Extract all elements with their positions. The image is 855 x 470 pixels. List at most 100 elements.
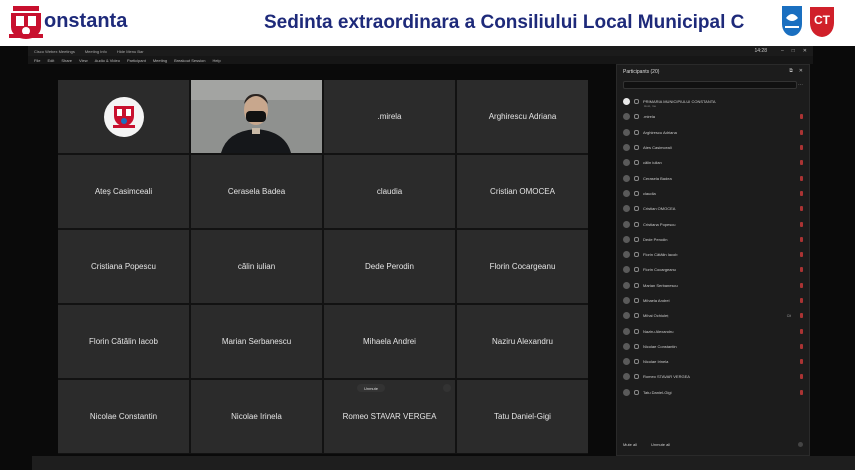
minimize-icon[interactable]: – — [781, 48, 784, 54]
close-icon[interactable]: ✕ — [799, 68, 803, 74]
microphone-icon[interactable] — [634, 343, 639, 349]
participant-row[interactable]: Florin Cocargeanu — [621, 262, 807, 277]
participant-row[interactable]: Nicolae Constantin — [621, 339, 807, 354]
video-tile[interactable]: Romeo STAVAR VERGEA — [324, 380, 455, 453]
video-tile[interactable]: Cerasela Badea — [191, 155, 322, 228]
microphone-icon[interactable] — [634, 389, 639, 395]
participant-row[interactable]: Cristiana Popescu — [621, 216, 807, 231]
video-tile[interactable]: Mihaela Andrei — [324, 305, 455, 378]
menu-item[interactable]: Participant — [127, 58, 146, 63]
video-tile[interactable]: Naziru Alexandru — [457, 305, 588, 378]
microphone-icon[interactable] — [634, 313, 639, 319]
microphone-icon[interactable] — [634, 114, 639, 120]
video-tile[interactable]: Cristian OMOCEA — [457, 155, 588, 228]
microphone-icon[interactable] — [634, 359, 639, 365]
titlebar-item[interactable]: Meeting Info — [85, 49, 107, 54]
close-icon[interactable]: ✕ — [803, 48, 807, 54]
video-tile[interactable]: claudia — [324, 155, 455, 228]
maximize-icon[interactable]: □ — [792, 48, 795, 54]
unmute-button[interactable]: Unmute — [357, 384, 385, 392]
participant-name: Arghirescu Adriana — [488, 112, 557, 121]
participant-row[interactable]: PRIMARIA MUNICIPIULUI CONSTANTA Host, me — [621, 94, 807, 109]
participant-row[interactable]: .mirela — [621, 109, 807, 124]
video-tile-logo[interactable] — [58, 80, 189, 153]
participant-row[interactable]: Cerasela Badea — [621, 170, 807, 185]
participant-row-name: Dede Perodin — [643, 236, 668, 242]
microphone-icon[interactable] — [634, 206, 639, 212]
video-tile[interactable]: Cristiana Popescu — [58, 230, 189, 303]
video-tile[interactable]: Nicolae Irinela — [191, 380, 322, 453]
participant-row[interactable]: Tatu Daniel-Gigi — [621, 385, 807, 400]
microphone-icon[interactable] — [634, 129, 639, 135]
participant-row[interactable]: Florin Cătălin Iacob — [621, 247, 807, 262]
participant-row[interactable]: Mihaela Andrei — [621, 293, 807, 308]
participant-row[interactable]: Marian Serbanescu — [621, 278, 807, 293]
more-options-button[interactable] — [443, 384, 451, 392]
microphone-icon[interactable] — [634, 252, 639, 258]
microphone-icon[interactable] — [634, 374, 639, 380]
menu-bar: File Edit Share View Audio & Video Parti… — [28, 56, 813, 64]
microphone-icon[interactable] — [634, 282, 639, 288]
participant-row[interactable]: Arghirescu Adriana — [621, 125, 807, 140]
menu-item[interactable]: Edit — [47, 58, 54, 63]
participant-row[interactable]: Ates Casimceali — [621, 140, 807, 155]
participant-name: Romeo STAVAR VERGEA — [342, 412, 437, 421]
participant-row[interactable]: Mihai Ochiuleț Cit — [621, 308, 807, 323]
microphone-icon[interactable] — [634, 99, 639, 105]
menu-item[interactable]: Meeting — [153, 58, 167, 63]
avatar — [623, 144, 630, 152]
muted-icon — [800, 282, 803, 288]
menu-item[interactable]: Share — [61, 58, 72, 63]
microphone-icon[interactable] — [634, 221, 639, 227]
menu-item[interactable]: Breakout Session — [174, 58, 205, 63]
muted-icon — [800, 236, 803, 242]
more-icon[interactable]: ⋯ — [798, 82, 803, 88]
video-tile[interactable]: Marian Serbanescu — [191, 305, 322, 378]
more-icon[interactable] — [798, 442, 803, 447]
menu-item[interactable]: File — [34, 58, 40, 63]
muted-icon — [800, 343, 803, 349]
video-tile[interactable]: Arghirescu Adriana — [457, 80, 588, 153]
microphone-icon[interactable] — [634, 175, 639, 181]
menu-item[interactable]: View — [79, 58, 88, 63]
muted-icon — [800, 175, 803, 181]
participant-row[interactable]: claudia — [621, 186, 807, 201]
titlebar-item[interactable]: Cisco Webex Meetings — [34, 49, 75, 54]
menu-item[interactable]: Audio & Video — [95, 58, 120, 63]
camera-feed — [191, 80, 322, 153]
participant-row[interactable]: călin iulian — [621, 155, 807, 170]
participant-row[interactable]: Dede Perodin — [621, 232, 807, 247]
microphone-icon[interactable] — [634, 236, 639, 242]
muted-icon — [800, 114, 803, 120]
unmute-all-button[interactable]: Unmute all — [651, 442, 670, 447]
microphone-icon[interactable] — [634, 328, 639, 334]
video-tile[interactable]: Tatu Daniel-Gigi — [457, 380, 588, 453]
participant-name: Nicolae Irinela — [231, 412, 282, 421]
microphone-icon[interactable] — [634, 145, 639, 151]
menu-item[interactable]: Help — [212, 58, 220, 63]
microphone-icon[interactable] — [634, 160, 639, 166]
video-tile[interactable]: Nicolae Constantin — [58, 380, 189, 453]
titlebar-item[interactable]: Hide Menu Bar — [117, 49, 144, 54]
muted-icon — [800, 145, 803, 151]
microphone-icon[interactable] — [634, 190, 639, 196]
participant-row-name: Mihai Ochiuleț — [643, 313, 669, 319]
video-tile[interactable]: călin iulian — [191, 230, 322, 303]
mute-all-button[interactable]: Mute all — [623, 442, 637, 447]
constanta-crest-icon — [112, 105, 135, 128]
participant-row[interactable]: Nicolae Irinela — [621, 354, 807, 369]
video-tile-camera[interactable] — [191, 80, 322, 153]
popout-icon[interactable]: ⧉ — [789, 68, 793, 74]
participant-list: PRIMARIA MUNICIPIULUI CONSTANTA Host, me… — [621, 94, 807, 400]
video-tile[interactable]: .mirela — [324, 80, 455, 153]
video-tile[interactable]: Dede Perodin — [324, 230, 455, 303]
microphone-icon[interactable] — [634, 298, 639, 303]
video-tile[interactable]: Florin Cocargeanu — [457, 230, 588, 303]
participant-search-input[interactable] — [623, 81, 797, 89]
video-tile[interactable]: Florin Cătălin Iacob — [58, 305, 189, 378]
video-tile[interactable]: Ateș Casimceali — [58, 155, 189, 228]
participant-row[interactable]: Cristian OMOCEA — [621, 201, 807, 216]
microphone-icon[interactable] — [634, 267, 639, 273]
participant-row[interactable]: Naziru Alexandru — [621, 323, 807, 338]
participant-row[interactable]: Romeo STAVAR VERGEA — [621, 369, 807, 384]
